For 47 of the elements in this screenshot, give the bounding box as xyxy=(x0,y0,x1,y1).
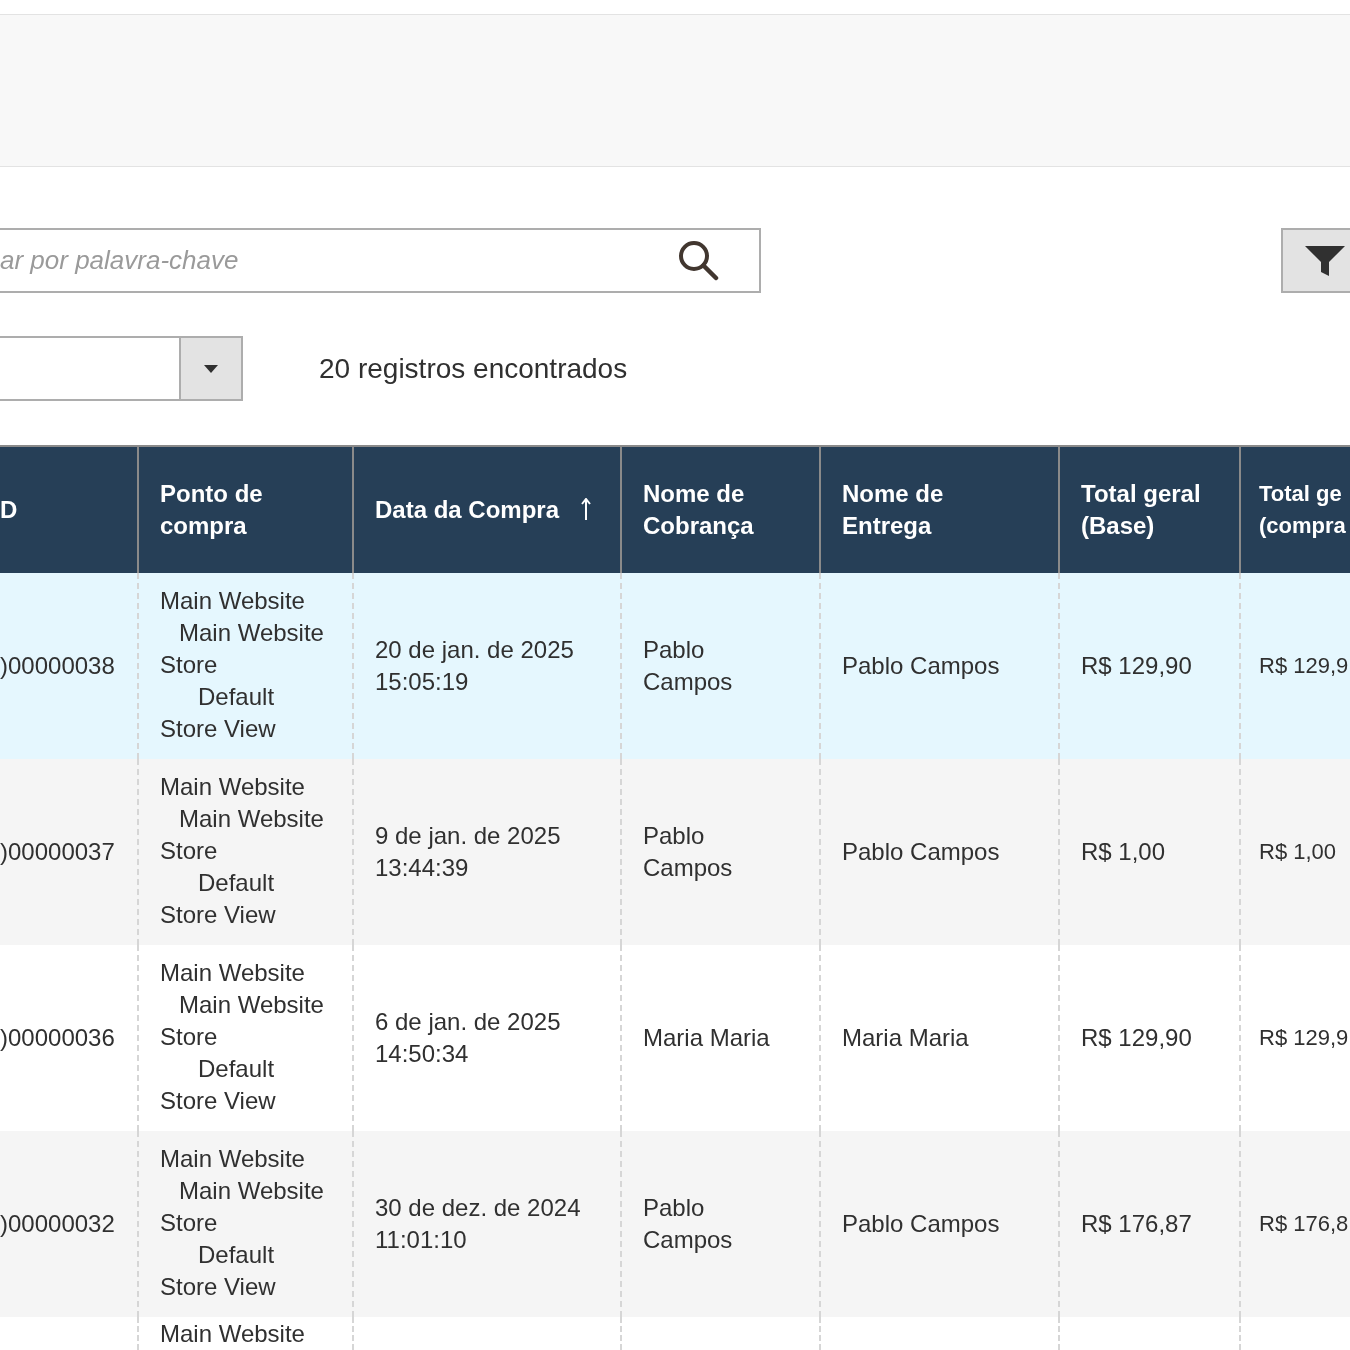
grand-total-base: R$ 1,00 xyxy=(1081,837,1166,867)
shipping-name: Pablo Campos xyxy=(842,651,1000,681)
column-header[interactable]: Nome de Entrega xyxy=(842,478,992,542)
sort-arrow-icon[interactable] xyxy=(581,498,592,520)
order-id: )00000037 xyxy=(0,837,115,867)
order-id: )00000032 xyxy=(0,1209,115,1239)
purchase-point: Main Website xyxy=(160,1320,306,1348)
table-row[interactable]: )00000037 Main Website Main Website Store Default Store View 9 de jan. de 2025 13:44:39 Pablo Campos Pablo Campos R$ 1,00 R$ 1,00 xyxy=(0,759,1350,945)
column-header[interactable]: Total geral (Base) xyxy=(1081,478,1231,542)
filters-button[interactable] xyxy=(1281,228,1350,293)
purchase-point: Main Website Main Website Store Default Store View xyxy=(160,958,325,1116)
shipping-name: Maria Maria xyxy=(842,1023,969,1053)
column-header[interactable]: D xyxy=(0,494,18,526)
order-id: )00000036 xyxy=(0,1023,115,1053)
column-header[interactable]: Ponto de compra xyxy=(160,478,310,542)
table-row[interactable]: )00000032 Main Website Main Website Store Default Store View 30 de dez. de 2024 11:01:10 Pablo Campos Pablo Campos R$ 176,87 R$ 176,8 xyxy=(0,1131,1350,1317)
purchase-point: Main Website Main Website Store Default Store View xyxy=(160,772,325,930)
billing-name: Pablo Campos xyxy=(643,821,734,883)
column-header[interactable]: Data da Compra xyxy=(375,494,592,526)
purchase-point: Main Website Main Website Store Default Store View xyxy=(160,1144,325,1302)
caret-icon xyxy=(204,364,218,373)
grand-total-base: R$ 176,87 xyxy=(1081,1209,1192,1239)
records-count: 20 registros encontrados xyxy=(319,351,628,386)
purchase-date: 9 de jan. de 2025 13:44:39 xyxy=(375,821,562,883)
order-id: )00000038 xyxy=(0,651,115,681)
grand-total-base: R$ 129,90 xyxy=(1081,1023,1192,1053)
grand-total-base: R$ 129,90 xyxy=(1081,651,1192,681)
search-field[interactable]: ar por palavra-chave xyxy=(0,228,761,293)
billing-name: Pablo Campos xyxy=(643,635,734,697)
shipping-name: Pablo Campos xyxy=(842,837,1000,867)
grand-total-purchased: R$ 176,8 xyxy=(1259,1210,1349,1238)
billing-name: Maria Maria xyxy=(643,1023,771,1053)
billing-name: Pablo Campos xyxy=(643,1193,734,1255)
grand-total-purchased: R$ 129,9 xyxy=(1259,1024,1349,1052)
search-icon[interactable] xyxy=(677,239,719,281)
column-header[interactable]: Total ge (compra xyxy=(1259,478,1349,542)
purchase-date: 6 de jan. de 2025 14:50:34 xyxy=(375,1007,562,1069)
purchase-date: 30 de dez. de 2024 11:01:10 xyxy=(375,1193,582,1255)
grand-total-purchased: R$ 129,9 xyxy=(1259,652,1349,680)
column-header[interactable]: Nome de Cobrança xyxy=(643,478,793,542)
filter-icon xyxy=(1305,245,1345,276)
shipping-name: Pablo Campos xyxy=(842,1209,1000,1239)
table-row[interactable]: )00000036 Main Website Main Website Store Default Store View 6 de jan. de 2025 14:50:34 Maria Maria Maria Maria R$ 129,90 R$ 129,9 xyxy=(0,945,1350,1131)
purchase-point: Main Website Main Website Store Default Store View xyxy=(160,586,325,744)
purchase-date: 20 de jan. de 2025 15:05:19 xyxy=(375,635,575,697)
table-row[interactable]: )00000038 Main Website Main Website Store Default Store View 20 de jan. de 2025 15:05:19 Pablo Campos Pablo Campos R$ 129,90 R$ 129,9 xyxy=(0,573,1350,759)
grand-total-purchased: R$ 1,00 xyxy=(1259,838,1337,866)
